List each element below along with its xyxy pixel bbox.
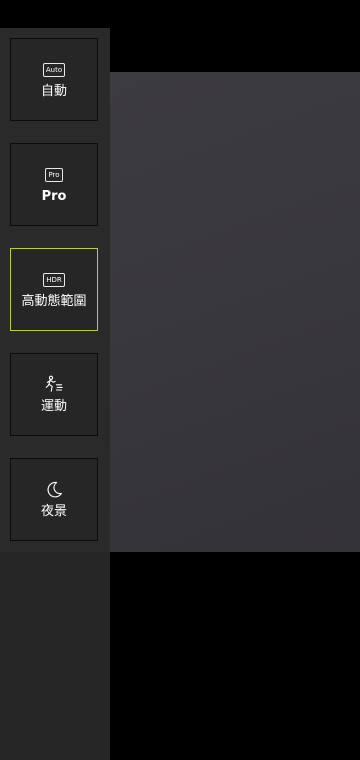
pro-badge-icon: Pro	[45, 165, 63, 185]
shooting-mode-panel: Auto 自動 Pro Pro HDR 高動態範圍 運動 夜景	[0, 28, 110, 760]
hdr-badge-icon: HDR	[43, 270, 65, 290]
mode-hdr-button[interactable]: HDR 高動態範圍	[10, 248, 98, 331]
hdr-badge: HDR	[43, 272, 65, 287]
mode-night-label: 夜景	[40, 503, 67, 519]
auto-badge-icon: Auto	[42, 60, 66, 80]
running-person-icon	[44, 375, 64, 395]
mode-night-button[interactable]: 夜景	[10, 458, 98, 541]
camera-screen: Auto 自動 Pro Pro HDR 高動態範圍 運動 夜景	[0, 0, 360, 760]
mode-auto-label: 自動	[40, 83, 67, 99]
mode-sports-button[interactable]: 運動	[10, 353, 98, 436]
pro-badge: Pro	[45, 167, 63, 182]
crescent-moon-icon	[44, 480, 64, 500]
mode-pro-button[interactable]: Pro Pro	[10, 143, 98, 226]
mode-hdr-label: 高動態範圍	[21, 293, 87, 309]
auto-badge: Auto	[42, 62, 66, 77]
camera-viewfinder[interactable]	[110, 72, 360, 552]
mode-sports-label: 運動	[40, 398, 67, 414]
mode-auto-button[interactable]: Auto 自動	[10, 38, 98, 121]
mode-pro-label: Pro	[41, 188, 67, 204]
